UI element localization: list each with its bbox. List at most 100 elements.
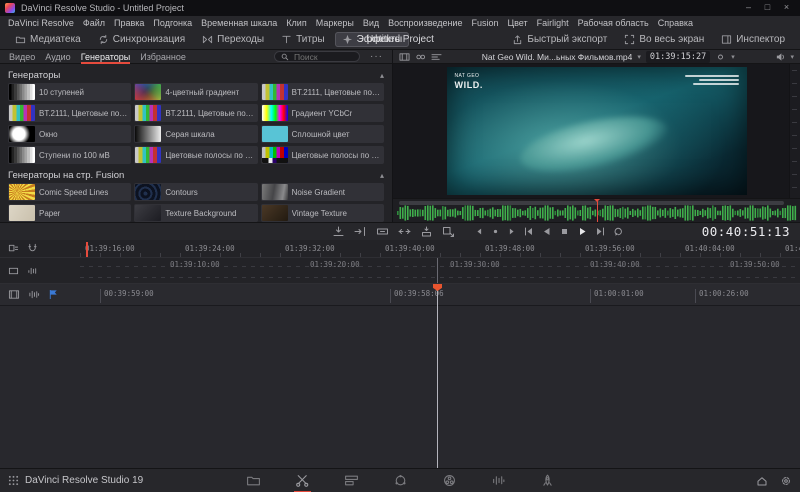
page-edit[interactable] <box>342 472 361 489</box>
skip-end-icon[interactable] <box>595 226 606 237</box>
generator-item[interactable]: Цветовые полосы по SMPTE <box>261 146 384 164</box>
project-manager-icon[interactable] <box>756 475 768 487</box>
generator-item[interactable]: 10 ступеней <box>8 83 131 101</box>
generator-item[interactable]: Градиент YCbCr <box>261 104 384 122</box>
menu-workspace[interactable]: Рабочая область <box>578 18 649 28</box>
video-area[interactable]: NAT GEO WILD. <box>393 64 800 198</box>
razor-icon[interactable] <box>8 243 19 254</box>
chevron-down-icon[interactable]: ▾ <box>731 53 735 61</box>
titles-button[interactable]: Титры <box>274 32 332 47</box>
search-box[interactable] <box>274 51 360 62</box>
menu-timeline[interactable]: Временная шкала <box>201 18 277 28</box>
page-color[interactable] <box>440 472 459 489</box>
tab-favorites[interactable]: Избранное <box>140 52 186 62</box>
menu-color[interactable]: Цвет <box>507 18 527 28</box>
generator-item[interactable]: Vintage Texture <box>261 204 384 222</box>
append-icon[interactable] <box>354 226 367 237</box>
source-overwrite-icon[interactable] <box>442 226 455 237</box>
tab-audio[interactable]: Аудио <box>45 52 70 62</box>
menu-fusion[interactable]: Fusion <box>471 18 498 28</box>
loop-icon[interactable] <box>613 226 624 237</box>
speaker-icon[interactable] <box>775 52 786 62</box>
menu-playback[interactable]: Воспроизведение <box>388 18 462 28</box>
viewer-tools-icon[interactable] <box>715 52 726 62</box>
timeline-body[interactable] <box>0 306 800 468</box>
close-up-icon[interactable] <box>398 226 411 237</box>
page-fusion[interactable] <box>391 472 410 489</box>
page-cut[interactable] <box>293 472 312 489</box>
smart-insert-icon[interactable] <box>332 226 345 237</box>
shuttle-left-icon[interactable] <box>475 227 484 236</box>
media-pool-button[interactable]: Медиатека <box>8 32 88 47</box>
fullscreen-button[interactable]: Во весь экран <box>617 32 711 47</box>
chevron-down-icon[interactable]: ▾ <box>637 53 641 61</box>
close-button[interactable]: × <box>778 1 795 15</box>
menu-davinci-resolve[interactable]: DaVinci Resolve <box>8 18 74 28</box>
menu-markers[interactable]: Маркеры <box>316 18 354 28</box>
apps-grid-icon[interactable] <box>8 475 19 486</box>
generator-item[interactable]: Contours <box>134 183 257 201</box>
generator-item[interactable]: BT.2111, Цветовые полос... <box>261 83 384 101</box>
generator-item[interactable]: BT.2111, Цветовые полосы, P... <box>8 104 131 122</box>
generator-item[interactable]: Comic Speed Lines <box>8 183 131 201</box>
generator-item[interactable]: Noise Gradient <box>261 183 384 201</box>
generator-item[interactable]: BT.2111, Цветовые полосы... <box>134 104 257 122</box>
upper-timeline-track[interactable]: 01:39:10:00 01:39:20:00 01:39:30:00 01:3… <box>80 258 800 283</box>
chevron-up-icon[interactable]: ▴ <box>380 171 384 180</box>
waveform-icon[interactable] <box>28 289 40 300</box>
generator-item[interactable]: Сплошной цвет <box>261 125 384 143</box>
menu-clip[interactable]: Клип <box>286 18 306 28</box>
menu-trim[interactable]: Подгонка <box>153 18 192 28</box>
play-icon[interactable] <box>577 226 588 237</box>
generator-item[interactable]: Цветовые полосы по EBU <box>134 146 257 164</box>
generator-item[interactable]: Ступени по 100 мВ <box>8 146 131 164</box>
ripple-overwrite-icon[interactable] <box>376 226 389 237</box>
menu-fairlight[interactable]: Fairlight <box>537 18 569 28</box>
timeline-playhead[interactable] <box>437 284 438 468</box>
transitions-button[interactable]: Переходы <box>195 32 271 47</box>
shuttle-right-icon[interactable] <box>507 227 516 236</box>
snap-icon[interactable] <box>27 243 38 254</box>
audio-track-icon[interactable] <box>27 266 38 276</box>
chevron-up-icon[interactable]: ▴ <box>380 71 384 80</box>
place-on-top-icon[interactable] <box>420 226 433 237</box>
viewer-clip-name[interactable]: Nat Geo Wild. Ми...ьных Фильмов.mp4 <box>482 52 633 62</box>
menu-view[interactable]: Вид <box>363 18 379 28</box>
play-reverse-icon[interactable] <box>541 226 552 237</box>
generator-item[interactable]: 4-цветный градиент <box>134 83 257 101</box>
film-icon[interactable] <box>8 289 20 300</box>
page-fairlight[interactable] <box>489 472 508 489</box>
more-options-button[interactable]: ··· <box>370 51 383 62</box>
generator-item[interactable]: Texture Background <box>134 204 257 222</box>
scrubber-playhead[interactable] <box>597 199 598 222</box>
tab-video[interactable]: Видео <box>9 52 35 62</box>
timeline-ruler[interactable]: 01:39:16:00 01:39:24:00 01:39:32:00 01:3… <box>80 240 800 257</box>
quick-export-button[interactable]: Быстрый экспорт <box>505 32 614 47</box>
maximize-button[interactable]: □ <box>759 1 776 15</box>
generator-item[interactable]: Окно <box>8 125 131 143</box>
search-input[interactable] <box>292 51 353 63</box>
video-track-icon[interactable] <box>8 266 19 276</box>
page-deliver[interactable] <box>538 472 557 489</box>
source-clip-icon[interactable] <box>399 52 410 62</box>
tab-generators[interactable]: Генераторы <box>81 50 131 64</box>
upper-timeline-playhead[interactable] <box>86 242 88 257</box>
menu-help[interactable]: Справка <box>658 18 693 28</box>
chevron-down-icon[interactable]: ▾ <box>791 53 795 61</box>
generator-item[interactable]: Paper <box>8 204 131 222</box>
menu-file[interactable]: Файл <box>83 18 105 28</box>
generator-item[interactable]: Серая шкала <box>134 125 257 143</box>
page-media[interactable] <box>244 472 263 489</box>
effects-button[interactable]: Эффекты <box>335 32 409 47</box>
viewer-scrubber[interactable] <box>393 198 800 222</box>
jog-icon[interactable] <box>491 227 500 236</box>
source-tape-icon[interactable] <box>415 52 426 62</box>
settings-gear-icon[interactable] <box>780 475 792 487</box>
menu-edit[interactable]: Правка <box>114 18 144 28</box>
stop-icon[interactable] <box>559 226 570 237</box>
inspector-button[interactable]: Инспектор <box>714 32 792 47</box>
flag-icon[interactable] <box>48 289 58 300</box>
skip-start-icon[interactable] <box>523 226 534 237</box>
minimize-button[interactable]: – <box>740 1 757 15</box>
sync-button[interactable]: Синхронизация <box>91 32 192 47</box>
